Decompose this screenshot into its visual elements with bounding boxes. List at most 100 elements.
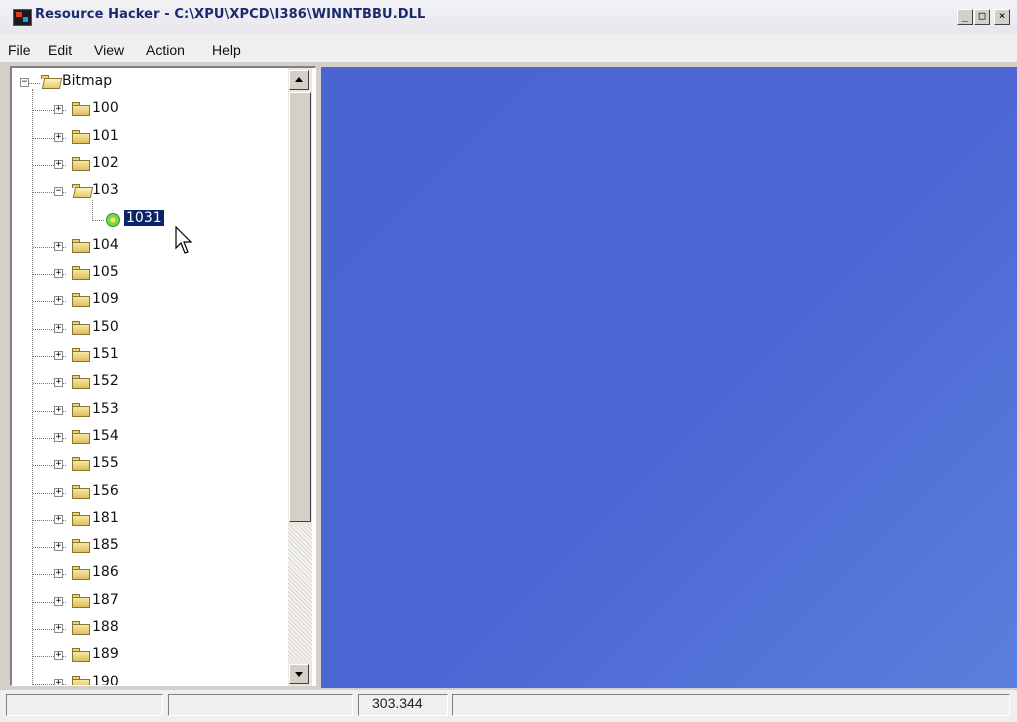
tree-root-label[interactable]: Bitmap [62,73,112,89]
folder-icon [72,102,90,117]
item-expander[interactable]: + [54,241,63,251]
bitmap-resource-icon [106,212,120,227]
item-expander[interactable]: + [54,105,63,115]
folder-body [72,132,90,144]
tree-item-label[interactable]: 155 [92,455,119,471]
menu-action[interactable]: Action [146,42,185,58]
bitmap-preview [321,67,1017,688]
folder-body [72,187,94,199]
folder-icon [72,129,90,144]
tree-item-label[interactable]: 102 [92,155,119,171]
folder-icon [72,648,90,663]
menu-help[interactable]: Help [212,42,241,58]
tree-item-label[interactable]: 100 [92,100,119,116]
item-expander[interactable]: + [54,432,63,442]
window-title: Resource Hacker - C:\XPU\XPCD\I386\WINNT… [35,7,426,22]
tree-item-label[interactable]: 185 [92,537,119,553]
menu-view[interactable]: View [94,42,124,58]
tree-item-label[interactable]: 190 [92,674,119,685]
tree-item-label[interactable]: 187 [92,592,119,608]
tree-item-label[interactable]: 153 [92,401,119,417]
minimize-button[interactable]: _ [957,9,973,25]
item-expander[interactable]: + [54,487,63,497]
folder-icon [72,238,90,253]
folder-icon [72,184,94,199]
folder-icon [72,402,90,417]
scroll-thumb[interactable] [289,92,311,522]
item-expander[interactable]: + [54,159,63,169]
folder-icon [72,675,90,685]
item-expander[interactable]: + [54,405,63,415]
folder-body [72,596,90,608]
folder-icon [72,348,90,362]
resource-tree[interactable]: − Bitmap +100 +101 +102 − 103 1031 +104 +105 +109 +… [10,66,316,686]
status-cell-1 [6,694,163,716]
item-expander[interactable]: + [54,542,63,552]
tree-item-label[interactable]: 186 [92,564,119,580]
tree-item-label[interactable]: 103 [92,182,119,198]
folder-body [72,105,90,117]
tree-child-label[interactable]: 1031 [123,208,165,227]
maximize-button[interactable]: □ [974,9,990,25]
folder-icon [72,293,90,308]
app-icon[interactable] [13,9,32,26]
folder-icon [72,511,90,526]
folder-body [72,351,90,362]
tree-item-label[interactable]: 189 [92,646,119,662]
folder-body [72,269,90,281]
item-expander[interactable]: − [54,187,63,197]
folder-body [72,678,90,685]
folder-icon [72,457,90,472]
folder-icon [72,566,90,581]
mouse-pointer-icon [175,226,193,254]
item-expander[interactable]: + [54,460,63,470]
menu-file[interactable]: File [8,42,31,58]
item-expander[interactable]: + [54,132,63,142]
tree-item-label[interactable]: 150 [92,319,119,335]
scroll-track[interactable] [288,526,312,660]
folder-body [72,296,90,308]
item-expander[interactable]: + [54,514,63,524]
folder-icon [72,621,90,635]
child-branch-line [92,200,93,220]
folder-body [72,569,90,581]
menu-edit[interactable]: Edit [48,42,72,58]
item-expander[interactable]: + [54,596,63,606]
close-button[interactable]: × [994,9,1010,25]
tree-item-label[interactable]: 101 [92,128,119,144]
status-cell-2 [168,694,353,716]
folder-icon [72,320,90,335]
folder-icon [72,593,90,608]
up-arrow-icon [295,77,303,82]
folder-body [72,624,90,635]
tree-item-label[interactable]: 104 [92,237,119,253]
tree-item-label[interactable]: 154 [92,428,119,444]
folder-body [72,432,90,444]
root-expander[interactable]: − [20,78,29,87]
scroll-up-button[interactable] [289,70,309,90]
tree-item-label[interactable]: 181 [92,510,119,526]
folder-icon [72,539,90,554]
tree-item-label[interactable]: 151 [92,346,119,362]
tree-item-label[interactable]: 105 [92,264,119,280]
item-expander[interactable]: + [54,651,63,661]
title-bar[interactable]: Resource Hacker - C:\XPU\XPCD\I386\WINNT… [0,0,1017,34]
tree-item-label[interactable]: 109 [92,291,119,307]
item-expander[interactable]: + [54,351,63,360]
item-expander[interactable]: + [54,269,63,279]
folder-body [72,241,90,253]
item-expander[interactable]: + [54,678,63,685]
item-expander[interactable]: + [54,624,63,633]
item-expander[interactable]: + [54,378,63,388]
folder-icon [72,266,90,281]
folder-body [72,651,90,663]
item-expander[interactable]: + [54,296,63,306]
folder-icon [72,484,90,499]
item-expander[interactable]: + [54,323,63,333]
tree-item-label[interactable]: 156 [92,483,119,499]
scroll-down-button[interactable] [289,664,309,684]
tree-item-label[interactable]: 152 [92,373,119,389]
tree-item-label[interactable]: 188 [92,619,119,635]
tree-scrollbar[interactable] [288,68,312,686]
item-expander[interactable]: + [54,569,63,579]
